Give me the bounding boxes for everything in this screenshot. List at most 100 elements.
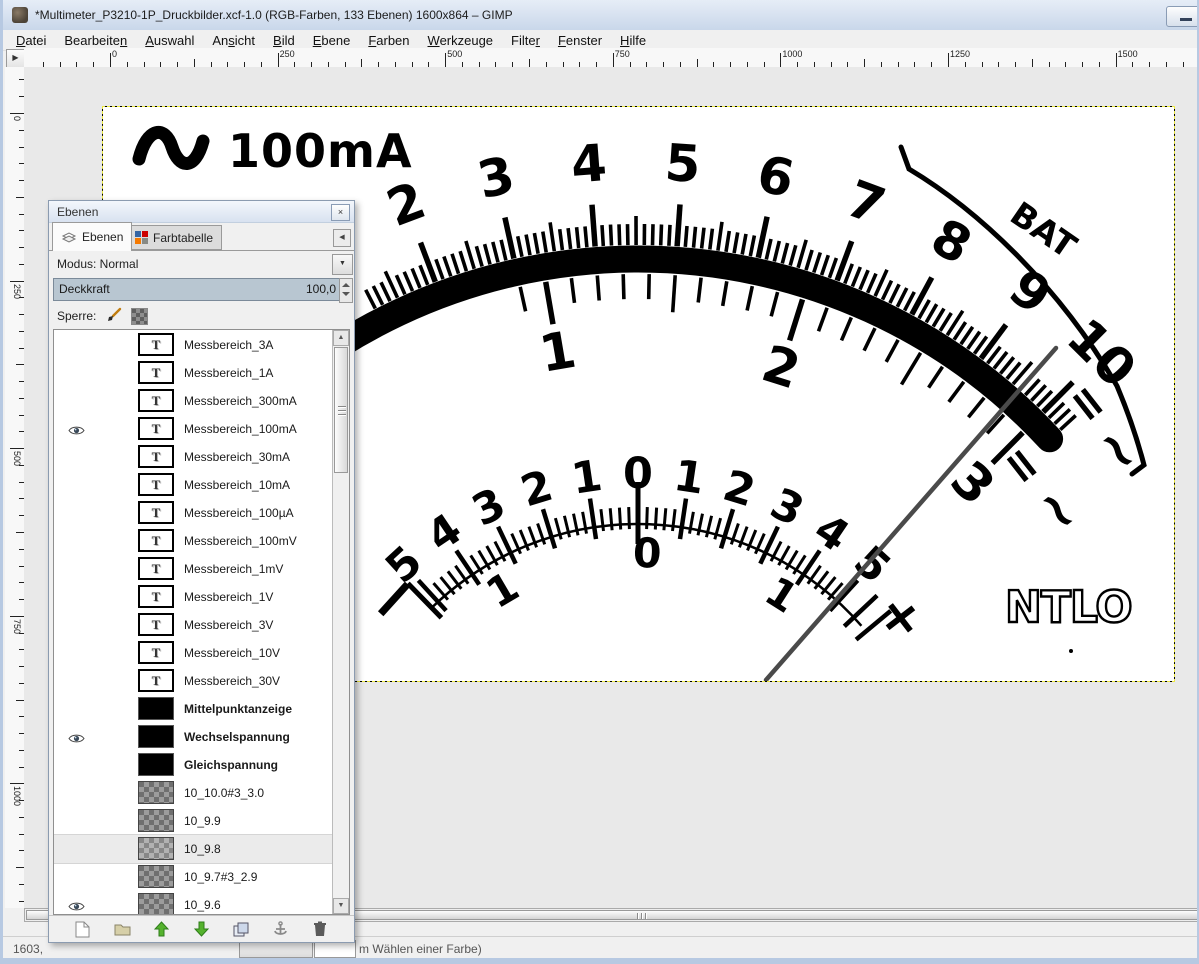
menu-filter[interactable]: Filter	[502, 32, 549, 49]
layer-name[interactable]: 10_9.7#3_2.9	[184, 870, 257, 884]
layer-name[interactable]: Gleichspannung	[184, 758, 278, 772]
layer-row[interactable]: 10_9.9	[54, 807, 332, 835]
layer-row[interactable]: Gleichspannung	[54, 751, 332, 779]
duplicate-layer-button[interactable]	[230, 919, 252, 939]
layer-row[interactable]: 10_9.6	[54, 891, 332, 915]
tab-menu-icon[interactable]: ◀	[333, 229, 351, 247]
layer-thumbnail[interactable]: T	[138, 613, 174, 636]
close-icon[interactable]: ×	[331, 204, 350, 221]
layer-thumbnail[interactable]: T	[138, 585, 174, 608]
layer-row[interactable]: T Messbereich_10mA	[54, 471, 332, 499]
layer-row[interactable]: TMessbereich_3V	[54, 611, 332, 639]
visibility-eye-icon[interactable]	[68, 423, 85, 441]
layer-thumbnail[interactable]	[138, 753, 174, 776]
layer-row[interactable]: 10_9.8	[54, 835, 332, 863]
layer-thumbnail[interactable]	[138, 837, 174, 860]
layer-thumbnail[interactable]	[138, 725, 174, 748]
layer-thumbnail[interactable]: T	[138, 361, 174, 384]
layer-name[interactable]: 10_9.9	[184, 814, 221, 828]
menu-fenster[interactable]: Fenster	[549, 32, 611, 49]
layer-thumbnail[interactable]: T	[138, 501, 174, 524]
layer-thumbnail[interactable]: T	[138, 669, 174, 692]
layer-row[interactable]: T Messbereich_300mA	[54, 387, 332, 415]
lower-layer-button[interactable]	[190, 919, 212, 939]
layer-thumbnail[interactable]: T	[138, 417, 174, 440]
layer-row[interactable]: T Messbereich_100µA	[54, 499, 332, 527]
paintbrush-icon[interactable]	[105, 307, 123, 325]
layer-name[interactable]: Messbereich_1A	[184, 366, 273, 380]
menu-werkzeuge[interactable]: Werkzeuge	[419, 32, 503, 49]
layer-name[interactable]: Messbereich_30V	[184, 674, 280, 688]
layers-dialog[interactable]: Ebenen × Ebenen Farbtabelle ◀ Modus: Nor…	[48, 200, 355, 943]
new-layer-button[interactable]	[72, 919, 94, 939]
layers-dialog-titlebar[interactable]: Ebenen ×	[49, 201, 354, 223]
menu-ebene[interactable]: Ebene	[304, 32, 360, 49]
title-bar[interactable]: *Multimeter_P3210-1P_Druckbilder.xcf-1.0…	[3, 0, 1197, 31]
layer-name[interactable]: Messbereich_100mV	[184, 534, 297, 548]
layer-thumbnail[interactable]: T	[138, 641, 174, 664]
layer-row[interactable]: TMessbereich_10V	[54, 639, 332, 667]
layer-row[interactable]: Mittelpunktanzeige	[54, 695, 332, 723]
scroll-up-icon[interactable]: ▲	[333, 330, 349, 346]
raise-layer-button[interactable]	[151, 919, 173, 939]
spin-up-icon[interactable]	[342, 283, 350, 287]
layer-thumbnail[interactable]	[138, 809, 174, 832]
ruler-corner-button[interactable]: ▶	[6, 49, 25, 68]
layer-name[interactable]: 10_9.8	[184, 842, 221, 856]
layer-thumbnail[interactable]	[138, 781, 174, 804]
layer-thumbnail[interactable]	[138, 697, 174, 720]
layer-row[interactable]: T Messbereich_1V	[54, 583, 332, 611]
visibility-eye-icon[interactable]	[68, 731, 85, 749]
layers-scrollbar-thumb[interactable]	[334, 347, 348, 473]
visibility-eye-icon[interactable]	[68, 899, 85, 915]
layer-name[interactable]: Mittelpunktanzeige	[184, 702, 292, 716]
layer-row[interactable]: TMessbereich_100mV	[54, 527, 332, 555]
menu-auswahl[interactable]: Auswahl	[136, 32, 203, 49]
delete-layer-button[interactable]	[309, 919, 331, 939]
menu-ansicht[interactable]: Ansicht	[203, 32, 264, 49]
opacity-slider[interactable]: Deckkraft 100,0	[53, 278, 341, 301]
layer-name[interactable]: 10_9.6	[184, 898, 221, 912]
layer-name[interactable]: Wechselspannung	[184, 730, 290, 744]
horizontal-ruler[interactable]: 0250500750100012501500	[24, 48, 1199, 68]
menu-farben[interactable]: Farben	[359, 32, 418, 49]
layer-row[interactable]: TMessbereich_30mA	[54, 443, 332, 471]
layer-name[interactable]: Messbereich_300mA	[184, 394, 297, 408]
menu-datei[interactable]: Datei	[7, 32, 55, 49]
layer-row[interactable]: 10_10.0#3_3.0	[54, 779, 332, 807]
layer-name[interactable]: Messbereich_100µA	[184, 506, 294, 520]
layer-name[interactable]: Messbereich_1V	[184, 590, 273, 604]
layer-thumbnail[interactable]: T	[138, 445, 174, 468]
new-group-button[interactable]	[111, 919, 133, 939]
layer-thumbnail[interactable]: T	[138, 389, 174, 412]
minimize-button[interactable]	[1166, 6, 1199, 27]
spin-down-icon[interactable]	[342, 292, 350, 296]
opacity-stepper[interactable]	[339, 278, 353, 303]
layer-thumbnail[interactable]: T	[138, 473, 174, 496]
scroll-down-icon[interactable]: ▼	[333, 898, 349, 914]
vertical-ruler[interactable]: 02505007501000	[5, 67, 25, 908]
layer-thumbnail[interactable]: T	[138, 333, 174, 356]
menu-hilfe[interactable]: Hilfe	[611, 32, 655, 49]
layer-row[interactable]: T Messbereich_1mV	[54, 555, 332, 583]
tab-farbtabelle[interactable]: Farbtabelle	[126, 225, 222, 250]
anchor-icon[interactable]	[270, 919, 292, 939]
mode-combobox[interactable]: Modus: Normal	[57, 257, 138, 271]
layer-name[interactable]: 10_10.0#3_3.0	[184, 786, 264, 800]
layer-thumbnail[interactable]: T	[138, 557, 174, 580]
layer-row[interactable]: T Messbereich_3A	[54, 331, 332, 359]
chevron-down-icon[interactable]: ▼	[332, 254, 353, 275]
layer-row[interactable]: Wechselspannung	[54, 723, 332, 751]
layer-row[interactable]: TMessbereich_100mA	[54, 415, 332, 443]
layer-name[interactable]: Messbereich_1mV	[184, 562, 283, 576]
layer-row[interactable]: T Messbereich_30V	[54, 667, 332, 695]
lock-alpha-icon[interactable]	[131, 308, 148, 325]
layer-name[interactable]: Messbereich_3A	[184, 338, 273, 352]
layer-name[interactable]: Messbereich_10mA	[184, 478, 290, 492]
layer-thumbnail[interactable]	[138, 865, 174, 888]
layer-row[interactable]: 10_9.7#3_2.9	[54, 863, 332, 891]
layers-list[interactable]: TMessbereich_3ATMessbereich_1ATMessberei…	[53, 329, 350, 915]
layers-scrollbar[interactable]: ▲ ▼	[332, 330, 349, 914]
menu-bild[interactable]: Bild	[264, 32, 304, 49]
layer-thumbnail[interactable]	[138, 893, 174, 915]
